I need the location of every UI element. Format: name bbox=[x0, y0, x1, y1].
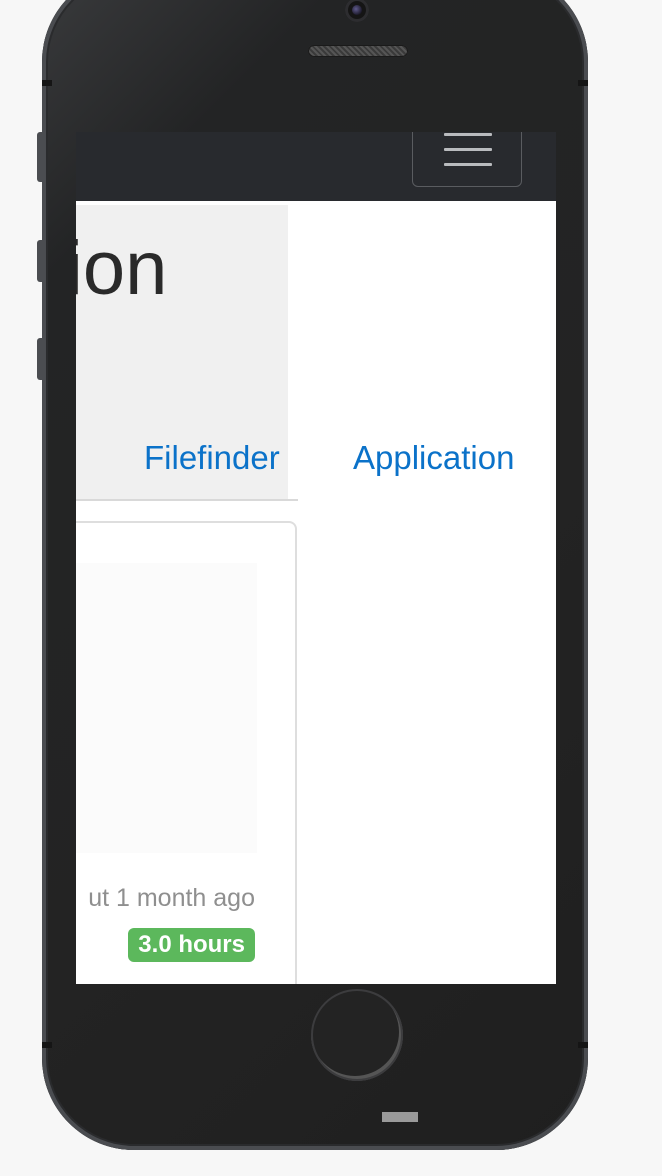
volume-up-button bbox=[37, 240, 45, 282]
mute-switch bbox=[37, 132, 45, 182]
duration-badge: 3.0 hours bbox=[128, 928, 255, 963]
antenna-band bbox=[578, 1042, 588, 1048]
navbar bbox=[76, 132, 556, 201]
camera-icon bbox=[345, 0, 369, 22]
card-timestamp: ut 1 month ago bbox=[88, 884, 255, 912]
project-card[interactable]: ut 1 month ago 3.0 hours bbox=[76, 521, 297, 984]
lightning-port bbox=[382, 1112, 418, 1122]
navbar-toggler-button[interactable] bbox=[412, 132, 522, 187]
hamburger-icon bbox=[444, 133, 492, 136]
hamburger-icon-line bbox=[444, 163, 492, 166]
page-title: ion bbox=[76, 226, 168, 311]
nav-link-application[interactable]: Application bbox=[353, 441, 514, 474]
antenna-band bbox=[42, 1042, 52, 1048]
nav-link-filefinder[interactable]: Filefinder bbox=[144, 441, 280, 474]
antenna-band bbox=[42, 80, 52, 86]
volume-down-button bbox=[37, 338, 45, 380]
home-button[interactable] bbox=[311, 989, 403, 1081]
tabs-divider bbox=[76, 499, 298, 501]
phone-screen: ion Filefinder Application ut 1 month ag… bbox=[76, 132, 556, 984]
card-thumbnail bbox=[76, 563, 257, 853]
speaker-grille bbox=[308, 45, 408, 57]
hamburger-icon-line bbox=[444, 148, 492, 151]
antenna-band bbox=[578, 80, 588, 86]
